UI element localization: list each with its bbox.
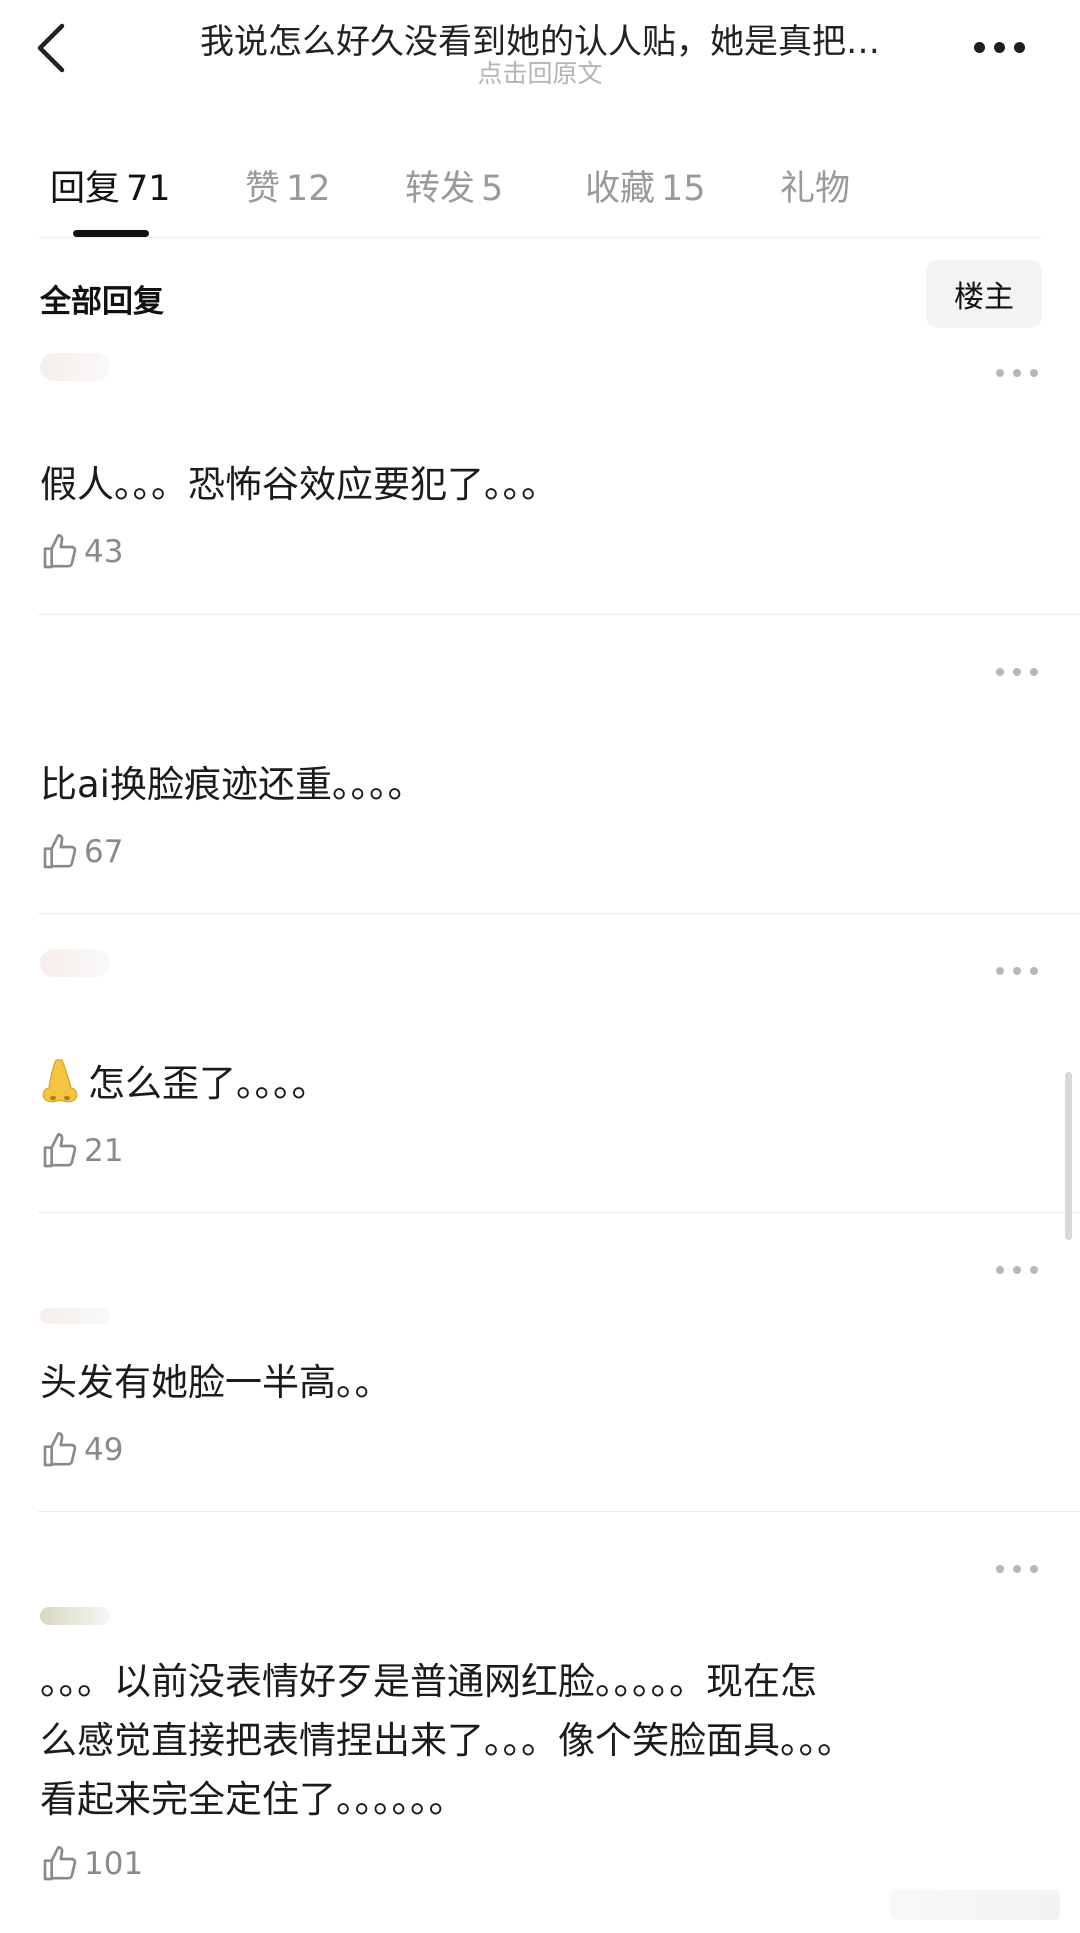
more-horizontal-icon — [974, 42, 985, 53]
back-button[interactable] — [30, 18, 80, 78]
like-button[interactable]: 67 — [40, 832, 123, 872]
avatar[interactable] — [40, 1308, 110, 1324]
like-button[interactable]: 49 — [40, 1430, 123, 1470]
comment-more-button[interactable] — [996, 1263, 1040, 1277]
comment-text: 假人。。。恐怖谷效应要犯了。。。 — [40, 463, 558, 506]
like-count: 67 — [84, 834, 124, 870]
like-button[interactable]: 43 — [40, 532, 123, 572]
like-count: 43 — [84, 534, 124, 570]
comment-text: 怎么歪了。。。。 — [40, 1054, 1040, 1113]
avatar[interactable] — [40, 1607, 110, 1625]
tab-gifts[interactable]: 礼物 — [780, 160, 850, 211]
comment-item: 头发有她脸一半高。。 49 — [0, 1213, 1080, 1511]
tab-reposts[interactable]: 转发 5 — [405, 160, 503, 211]
thumbs-up-icon — [43, 1133, 77, 1168]
avatar[interactable] — [40, 949, 110, 977]
tab-count: 12 — [286, 169, 331, 209]
watermark — [890, 1890, 1060, 1920]
tab-replies[interactable]: 回复 71 — [50, 160, 171, 211]
more-horizontal-icon — [996, 967, 1004, 975]
comment-text: 。。。以前没表情好歹是普通网红脸。。。。。现在怎 么感觉直接把表情捏出来了。。。… — [40, 1652, 1040, 1829]
nose-emoji-icon — [42, 1059, 78, 1103]
tab-count: 71 — [126, 169, 171, 209]
like-button[interactable]: 21 — [40, 1131, 123, 1171]
tab-bar: 回复 71 赞 12 转发 5 收藏 15 礼物 — [0, 150, 1080, 240]
more-horizontal-icon — [996, 1565, 1004, 1573]
more-horizontal-icon — [996, 369, 1004, 377]
like-button[interactable]: 101 — [40, 1844, 143, 1884]
comment-more-button[interactable] — [996, 366, 1040, 380]
comment-text-line: 看起来完全定住了。。。。。。 — [40, 1778, 466, 1821]
comment-text-line: 。。。以前没表情好歹是普通网红脸。。。。。现在怎 — [40, 1660, 817, 1703]
comment-item: 假人。。。恐怖谷效应要犯了。。。 43 — [0, 345, 1080, 615]
comment-text: 比ai换脸痕迹还重。。。。 — [40, 763, 425, 806]
tab-likes[interactable]: 赞 12 — [245, 160, 331, 211]
more-horizontal-icon — [996, 1266, 1004, 1274]
comment-text: 头发有她脸一半高。。 — [40, 1361, 392, 1404]
more-horizontal-icon — [996, 668, 1004, 676]
tab-count: 15 — [661, 169, 706, 209]
like-count: 49 — [84, 1432, 124, 1468]
op-only-button[interactable]: 楼主 — [926, 260, 1042, 328]
comment-more-button[interactable] — [996, 1562, 1040, 1576]
comment-more-button[interactable] — [996, 665, 1040, 679]
back-to-original-link[interactable]: 点击回原文 — [150, 54, 930, 90]
like-count: 101 — [84, 1846, 144, 1882]
active-tab-indicator — [73, 230, 149, 237]
divider — [38, 237, 1042, 238]
tab-count: 5 — [481, 169, 504, 209]
reply-filter-row: 全部回复 楼主 — [0, 260, 1080, 340]
comment-item: 怎么歪了。。。。 21 — [0, 914, 1080, 1212]
more-options-button[interactable] — [970, 30, 1030, 60]
chevron-left-icon — [37, 23, 65, 73]
comment-item: 比ai换脸痕迹还重。。。。 67 — [0, 615, 1080, 913]
comment-item: 。。。以前没表情好歹是普通网红脸。。。。。现在怎 么感觉直接把表情捏出来了。。。… — [0, 1512, 1080, 1933]
thumbs-up-icon — [43, 1846, 77, 1881]
thumbs-up-icon — [43, 534, 77, 569]
top-bar: 我说怎么好久没看到她的认人贴，她是真把… 点击回原文 — [0, 0, 1080, 110]
avatar[interactable] — [40, 353, 110, 381]
scrollbar[interactable] — [1065, 1072, 1072, 1240]
comment-more-button[interactable] — [996, 964, 1040, 978]
like-count: 21 — [84, 1133, 124, 1169]
all-replies-label: 全部回复 — [40, 284, 164, 320]
tab-favorites[interactable]: 收藏 15 — [585, 160, 706, 211]
comment-text-line: 么感觉直接把表情捏出来了。。。像个笑脸面具。。。 — [40, 1719, 854, 1762]
thumbs-up-icon — [43, 1432, 77, 1467]
thumbs-up-icon — [43, 834, 77, 869]
